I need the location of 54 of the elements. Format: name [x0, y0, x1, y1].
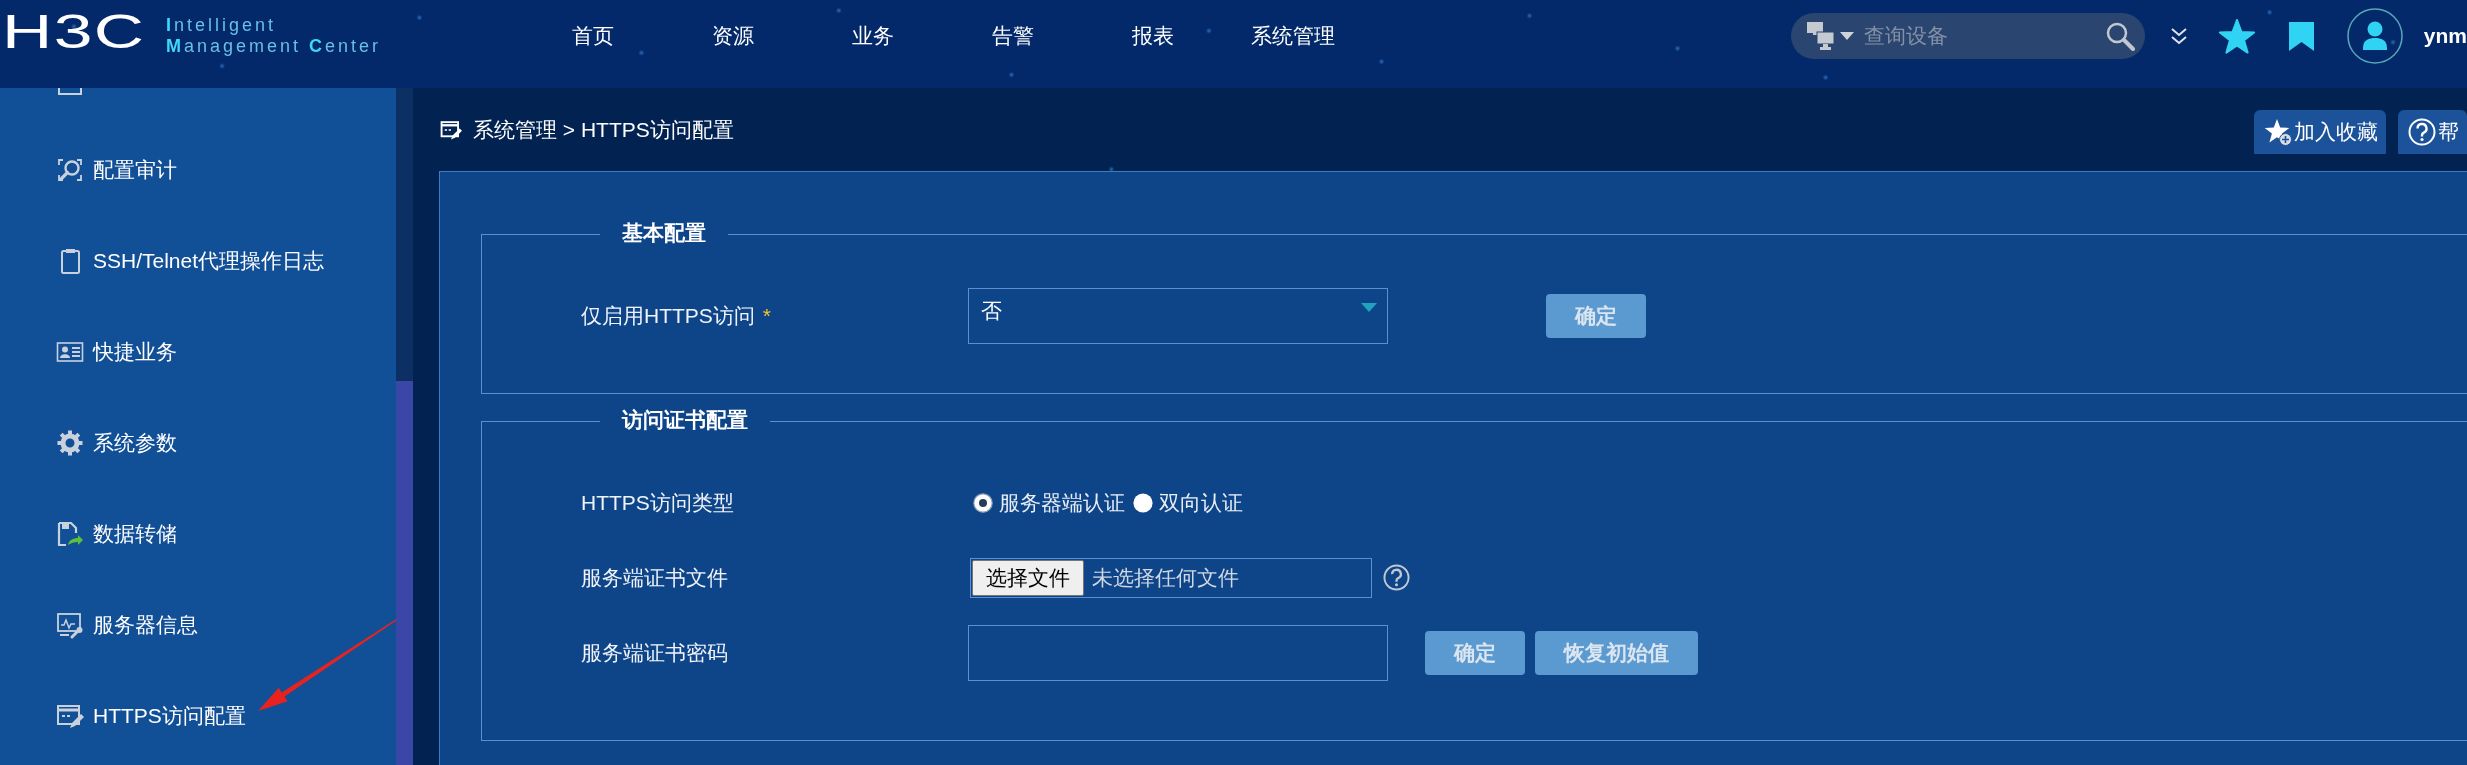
window-pencil-icon: [440, 118, 462, 141]
field-label: 服务端证书密码: [581, 639, 728, 666]
star-icon[interactable]: [2217, 18, 2256, 54]
sidebar-item[interactable]: 配置审计: [56, 155, 177, 185]
file-export-icon: [56, 520, 84, 548]
radio-option[interactable]: 服务器端认证: [973, 488, 1125, 517]
field-label: HTTPS访问类型: [581, 489, 734, 516]
scrollbar-thumb[interactable]: [396, 381, 413, 765]
help-button[interactable]: 帮: [2398, 110, 2467, 154]
bookmark-icon[interactable]: [2288, 21, 2314, 51]
help-icon[interactable]: [1383, 564, 1410, 591]
breadcrumb-text: 系统管理 > HTTPS访问配置: [473, 116, 734, 143]
sidebar-item[interactable]: 服务器信息: [56, 610, 198, 640]
nav-item[interactable]: 首页: [572, 22, 614, 50]
sidebar-item[interactable]: 数据转储: [56, 519, 177, 549]
search-field[interactable]: 查询设备: [1790, 13, 2145, 59]
monitor-wrench-icon: [56, 611, 84, 639]
caret-icon[interactable]: [1839, 32, 1854, 40]
favorite-button[interactable]: 加入收藏: [2254, 110, 2386, 154]
user-name[interactable]: ynm: [2423, 24, 2467, 48]
radio-icon[interactable]: [973, 492, 993, 513]
magnifier-icon: [56, 156, 84, 184]
nav-item[interactable]: 资源: [712, 22, 754, 50]
section-title: 基本配置: [622, 221, 706, 244]
logo-tagline: Management Center: [166, 36, 382, 57]
section-title: 访问证书配置: [622, 408, 748, 431]
file-status-text: 未选择任何文件: [1092, 564, 1239, 591]
gear-icon: [56, 429, 84, 457]
radio-option[interactable]: 双向认证: [1133, 488, 1243, 517]
caret-icon: [1361, 302, 1377, 312]
select-field[interactable]: 否: [968, 287, 1388, 344]
search-icon[interactable]: [2104, 21, 2135, 51]
double-chevron-icon[interactable]: [2169, 26, 2188, 46]
logo: H3C: [2, 12, 146, 52]
nav-item[interactable]: 报表: [1132, 22, 1174, 50]
search-input[interactable]: 查询设备: [1863, 24, 2105, 48]
field-label: 服务端证书文件: [581, 564, 728, 591]
sidebar-item[interactable]: 系统参数: [56, 428, 177, 458]
nav-item[interactable]: 告警: [992, 22, 1034, 50]
radio-icon[interactable]: [1133, 492, 1153, 513]
field-label: 仅启用HTTPS访问: [581, 302, 755, 329]
computers-icon[interactable]: [1806, 22, 1835, 50]
nav-item[interactable]: 系统管理: [1251, 22, 1335, 50]
window-pencil-icon: [56, 702, 84, 730]
avatar-icon[interactable]: [2346, 8, 2403, 64]
required-mark: *: [762, 303, 772, 328]
sidebar-item[interactable]: SSH/Telnet代理操作日志: [56, 246, 325, 276]
nav-item[interactable]: 业务: [852, 22, 894, 50]
sidebar-item[interactable]: 快捷业务: [56, 337, 177, 367]
password-field[interactable]: [968, 624, 1388, 681]
file-input[interactable]: 选择文件 未选择任何文件: [970, 557, 1372, 598]
sidebar-item[interactable]: HTTPS访问配置: [56, 701, 246, 731]
choose-file-button[interactable]: 选择文件: [972, 559, 1084, 596]
star-plus-icon: [2264, 118, 2292, 146]
